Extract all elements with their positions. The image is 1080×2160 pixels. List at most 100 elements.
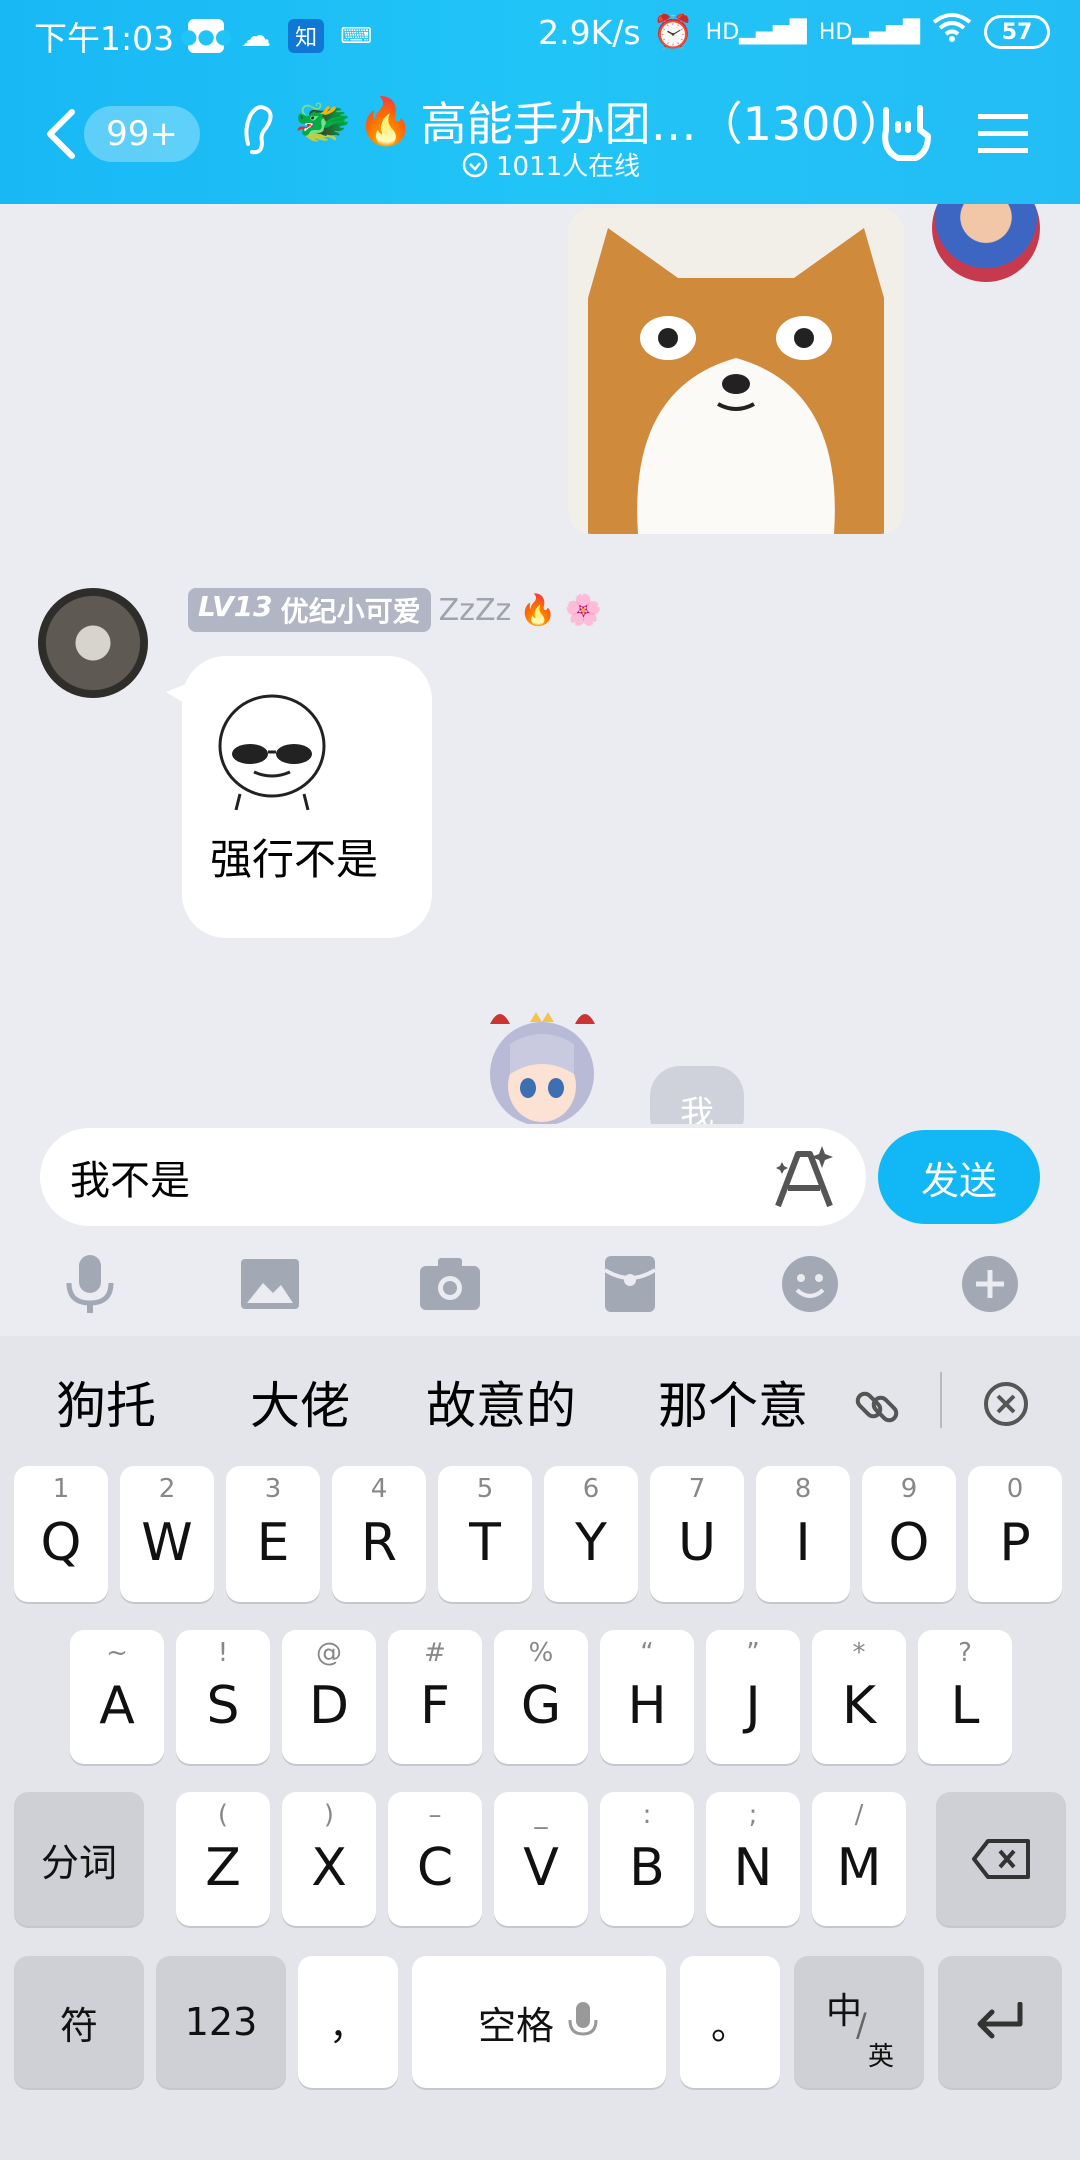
my-avatar[interactable] [932, 204, 1040, 282]
key-x[interactable]: ) X [282, 1792, 376, 1926]
key-l[interactable]: ? L [918, 1630, 1012, 1764]
key-n-sub: ; [748, 1800, 758, 1830]
mic-small-icon [568, 2002, 598, 2036]
camera-icon[interactable] [418, 1252, 482, 1316]
hd-label-1: HD [705, 19, 740, 45]
key-u[interactable]: 7U [650, 1466, 744, 1602]
key-b-sub: : [642, 1800, 652, 1830]
key-h[interactable]: “H [600, 1630, 694, 1764]
key-i[interactable]: 8I [756, 1466, 850, 1602]
plus-icon[interactable] [958, 1252, 1022, 1316]
key-symbol[interactable]: 符 [14, 1956, 144, 2088]
sender-nameline: LV13 优纪小可爱 ZzZz 🔥 🌸 [188, 588, 602, 632]
dragon-icon: 🐲 [294, 93, 352, 148]
key-r[interactable]: 4R [332, 1466, 426, 1602]
message-input[interactable]: 我不是 [40, 1128, 866, 1226]
key-p[interactable]: 0P [968, 1466, 1062, 1602]
key-w-label: W [141, 1513, 193, 1573]
anime-girl-avatar[interactable] [480, 1004, 605, 1124]
rock-hand-icon[interactable] [876, 100, 936, 164]
close-candidates-icon[interactable] [982, 1380, 1030, 1428]
key-q[interactable]: 1Q [14, 1466, 108, 1602]
key-o-label: O [888, 1513, 930, 1573]
image-icon[interactable] [238, 1252, 302, 1316]
key-v-sub: _ [534, 1800, 548, 1830]
input-value: 我不是 [70, 1158, 190, 1204]
microphone-icon[interactable] [58, 1252, 122, 1316]
unread-badge[interactable]: 99+ [84, 106, 200, 162]
link-icon[interactable] [852, 1382, 902, 1432]
candidate-3[interactable]: 故意的 [426, 1366, 576, 1438]
key-z-label: Z [205, 1838, 241, 1898]
key-x-sub: ) [323, 1800, 335, 1830]
key-s-label: S [206, 1676, 240, 1736]
key-w[interactable]: 2W [120, 1466, 214, 1602]
key-c[interactable]: – C [388, 1792, 482, 1926]
send-button[interactable]: 发送 [878, 1130, 1040, 1224]
sender-avatar[interactable] [38, 588, 148, 698]
key-a[interactable]: ~ A [70, 1630, 164, 1764]
candidate-2[interactable]: 大佬 [250, 1366, 350, 1438]
key-m-label: M [836, 1838, 882, 1898]
key-d[interactable]: @ D [282, 1630, 376, 1764]
zhihu-icon: 知 [288, 19, 325, 53]
key-y-label: Y [575, 1513, 607, 1573]
key-123[interactable]: 123 [156, 1956, 286, 2088]
candidate-1[interactable]: 狗托 [56, 1366, 156, 1438]
key-m[interactable]: / M [812, 1792, 906, 1926]
key-o[interactable]: 9O [862, 1466, 956, 1602]
key-y[interactable]: 6Y [544, 1466, 638, 1602]
message-icon: ●●● [180, 19, 232, 53]
key-g-sub: % [528, 1638, 554, 1668]
emoji-icon[interactable] [778, 1252, 842, 1316]
key-a-label: A [99, 1676, 135, 1736]
cool-face-sticker [218, 694, 326, 810]
group-name: 高能手办团…（1300） [420, 97, 906, 151]
check-circle-icon [462, 152, 488, 177]
key-s-sub: ! [217, 1638, 229, 1668]
key-comma[interactable]: ， [298, 1956, 398, 2088]
red-packet-icon[interactable] [598, 1252, 662, 1316]
key-f[interactable]: # F [388, 1630, 482, 1764]
backspace-key[interactable] [936, 1792, 1066, 1926]
backspace-icon [972, 1839, 1030, 1879]
key-period[interactable]: 。 [680, 1956, 780, 2088]
cloud-icon: ☁ [241, 18, 272, 54]
key-w-sub: 2 [158, 1474, 176, 1504]
key-s[interactable]: ! S [176, 1630, 270, 1764]
key-k[interactable]: * K [812, 1630, 906, 1764]
sender-name[interactable]: 优纪小可爱 [281, 590, 421, 630]
chat-header: 下午1:03 ●●● ☁ 知 ⌨ 2.9K/s ⏰ HD▂▄▆█ HD▂▄▆█ … [0, 0, 1080, 204]
key-q-sub: 1 [52, 1474, 70, 1504]
candidate-4[interactable]: 那个意 [658, 1366, 808, 1438]
key-b[interactable]: :B [600, 1792, 694, 1926]
menu-icon[interactable] [978, 112, 1028, 156]
chat-toolbar [0, 1236, 1080, 1336]
key-v[interactable]: _ V [494, 1792, 588, 1926]
keyboard: 狗托 大佬 故意的 那个意 1Q 2W 3E 4R 5T 6Y 7U 8I 9O… [0, 1336, 1080, 2160]
key-t[interactable]: 5T [438, 1466, 532, 1602]
lang-switch-key[interactable]: 中 / 英 [794, 1956, 924, 2088]
space-key[interactable]: 空格 [412, 1956, 666, 2088]
key-n[interactable]: ; N [706, 1792, 800, 1926]
ear-icon[interactable] [240, 100, 274, 160]
key-g[interactable]: % G [494, 1630, 588, 1764]
enter-key[interactable] [938, 1956, 1062, 2088]
key-z[interactable]: (Z [176, 1792, 270, 1926]
key-e[interactable]: 3E [226, 1466, 320, 1602]
chat-area[interactable]: LV13 优纪小可爱 ZzZz 🔥 🌸 强行不是 我 [0, 204, 1080, 1124]
key-j-label: J [745, 1676, 761, 1736]
key-j[interactable]: ” J [706, 1630, 800, 1764]
key-b-label: B [629, 1838, 665, 1898]
key-h-label: H [627, 1676, 667, 1736]
key-z-sub: ( [217, 1800, 229, 1830]
status-time: 下午1:03 [34, 19, 175, 58]
key-j-sub: ” [746, 1638, 760, 1668]
partial-message[interactable]: 我 [650, 1066, 744, 1124]
back-icon[interactable] [42, 106, 82, 162]
group-title[interactable]: 🐲 🔥 高能手办团…（1300） [294, 88, 906, 154]
ai-font-icon[interactable] [770, 1144, 836, 1210]
doge-sticker[interactable] [568, 208, 904, 534]
candidate-divider [940, 1372, 942, 1428]
key-fenci[interactable]: 分词 [14, 1792, 144, 1926]
